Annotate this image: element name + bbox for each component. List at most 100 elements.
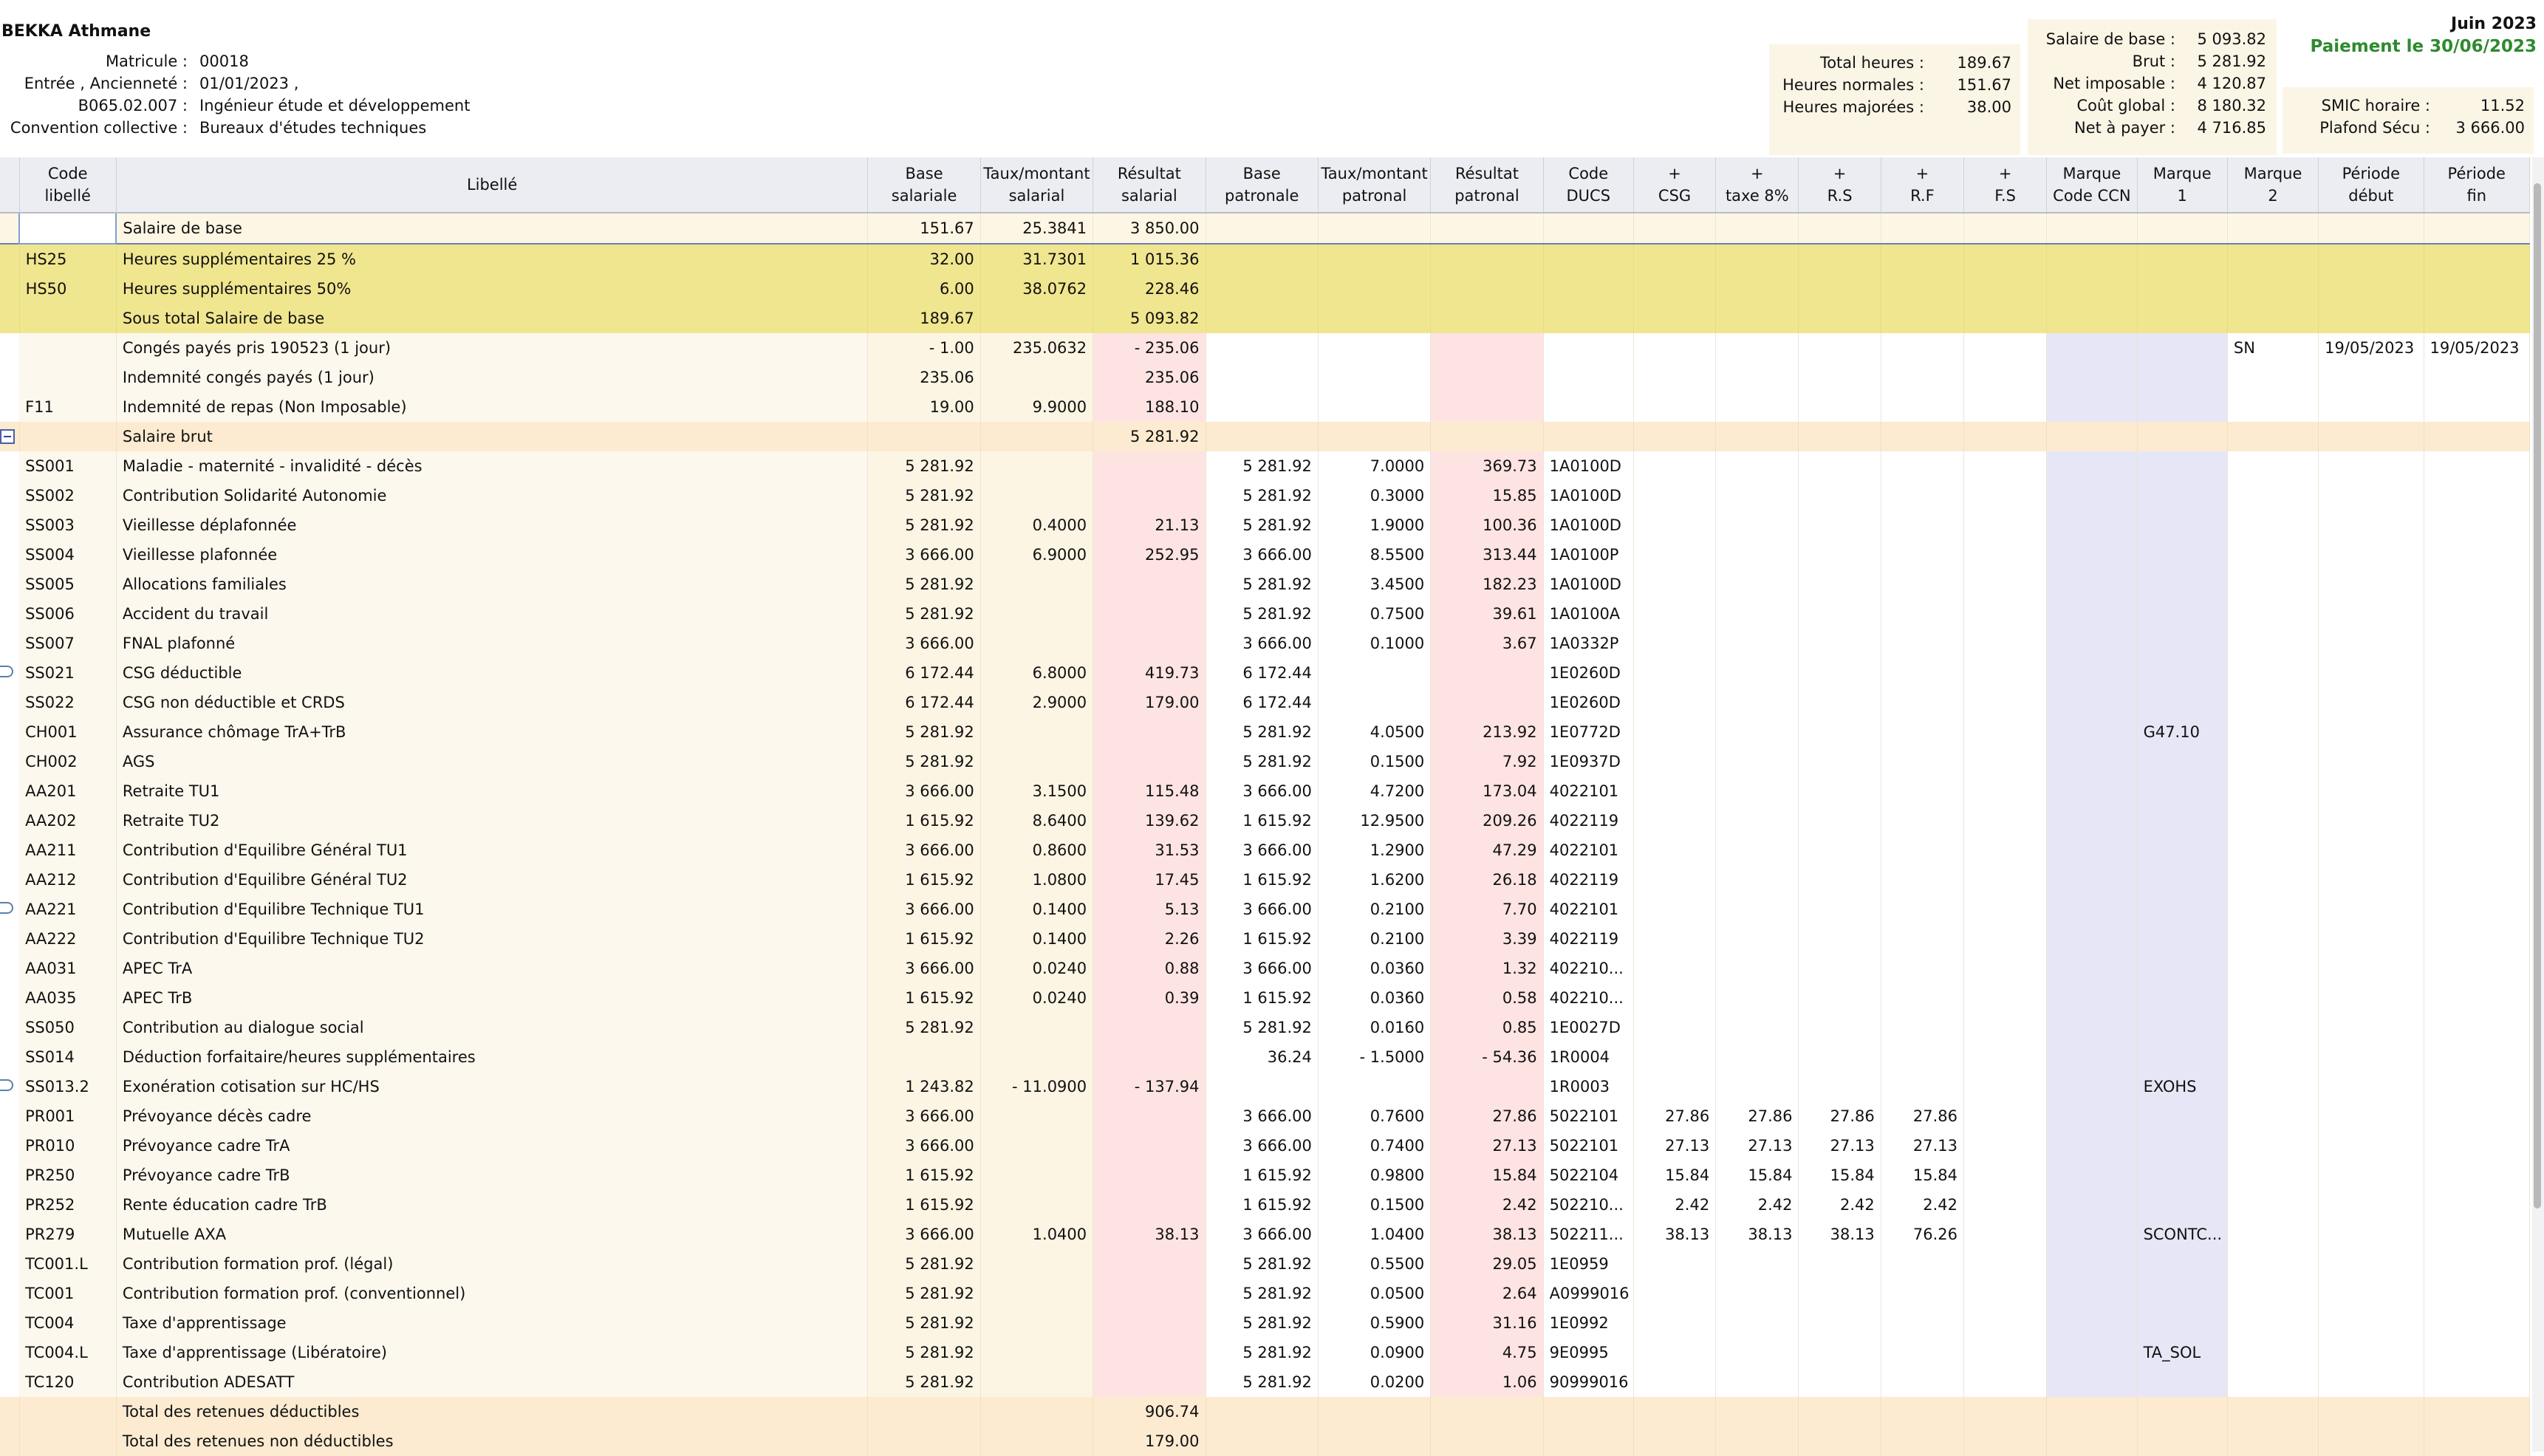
table-cell[interactable]: 402210...: [1543, 954, 1634, 983]
table-cell[interactable]: Contribution d'Equilibre Technique TU1: [116, 895, 869, 924]
table-cell[interactable]: [2137, 363, 2228, 392]
table-cell[interactable]: 5 281.92: [867, 1013, 981, 1042]
table-cell[interactable]: [1430, 658, 1544, 688]
table-cell[interactable]: 1A0100D: [1543, 570, 1634, 599]
table-cell[interactable]: Mutuelle AXA: [116, 1220, 869, 1249]
table-cell[interactable]: Vieillesse plafonnée: [116, 540, 869, 570]
table-cell[interactable]: Maladie - maternité - invalidité - décès: [116, 451, 869, 481]
table-cell[interactable]: PR250: [19, 1161, 117, 1190]
table-cell[interactable]: [1963, 540, 2048, 570]
table-cell[interactable]: [2137, 451, 2228, 481]
table-cell[interactable]: 27.13: [1633, 1131, 1717, 1161]
table-cell[interactable]: [1093, 481, 1206, 510]
table-cell[interactable]: [1206, 1397, 1319, 1426]
collapse-icon[interactable]: [0, 429, 15, 444]
table-cell[interactable]: 5 281.92: [1206, 481, 1319, 510]
table-cell[interactable]: [2227, 983, 2319, 1013]
table-cell[interactable]: TC001.L: [19, 1249, 117, 1279]
table-cell[interactable]: [1430, 304, 1544, 333]
table-cell[interactable]: [2318, 1131, 2424, 1161]
table-cell[interactable]: [2318, 304, 2424, 333]
table-cell[interactable]: [1798, 599, 1881, 629]
table-cell[interactable]: [1963, 1249, 2048, 1279]
table-cell[interactable]: [2227, 1042, 2319, 1072]
table-cell[interactable]: [2424, 363, 2530, 392]
table-cell[interactable]: Taxe d'apprentissage: [116, 1308, 869, 1338]
table-cell[interactable]: 6 172.44: [867, 688, 981, 717]
table-cell[interactable]: 235.0632: [980, 333, 1094, 363]
table-cell[interactable]: 1A0100D: [1543, 481, 1634, 510]
table-cell[interactable]: TC120: [19, 1367, 117, 1397]
table-cell[interactable]: [2318, 1338, 2424, 1367]
table-cell[interactable]: 7.0000: [1318, 451, 1432, 481]
column-header[interactable]: Période début: [2318, 157, 2424, 213]
table-cell[interactable]: 0.0240: [980, 954, 1094, 983]
table-cell[interactable]: [1093, 1367, 1206, 1397]
table-cell[interactable]: [2227, 895, 2319, 924]
column-header[interactable]: Taux/montant salarial: [980, 157, 1094, 213]
table-cell[interactable]: [2137, 747, 2228, 776]
table-cell[interactable]: [2318, 481, 2424, 510]
table-cell[interactable]: Contribution formation prof. (légal): [116, 1249, 869, 1279]
table-cell[interactable]: 313.44: [1430, 540, 1544, 570]
table-cell[interactable]: [1881, 510, 1965, 540]
table-cell[interactable]: [2046, 924, 2138, 954]
table-cell[interactable]: [2227, 629, 2319, 658]
table-cell[interactable]: [1881, 983, 1965, 1013]
table-row[interactable]: Salaire brut 5 281.92: [0, 422, 2530, 451]
table-cell[interactable]: [1715, 1279, 1799, 1308]
table-cell[interactable]: [1963, 1367, 2048, 1397]
table-row[interactable]: AA035 APEC TrB 1 615.92 0.0240 0.39 1 615.92 0…: [0, 983, 2530, 1013]
table-cell[interactable]: [2137, 954, 2228, 983]
table-cell[interactable]: [1633, 1072, 1717, 1101]
table-cell[interactable]: [1963, 333, 2048, 363]
table-cell[interactable]: 3 666.00: [867, 835, 981, 865]
table-cell[interactable]: [2227, 806, 2319, 835]
table-cell[interactable]: - 1.5000: [1318, 1042, 1432, 1072]
table-cell[interactable]: 1 615.92: [1206, 865, 1319, 895]
table-cell[interactable]: [1963, 895, 2048, 924]
table-cell[interactable]: [2046, 835, 2138, 865]
table-row[interactable]: SS002 Contribution Solidarité Autonomie 5 …: [0, 481, 2530, 510]
table-cell[interactable]: [1881, 1042, 1965, 1072]
table-cell[interactable]: [2227, 1072, 2319, 1101]
table-cell[interactable]: 3 666.00: [1206, 1131, 1319, 1161]
table-cell[interactable]: 27.86: [1715, 1101, 1799, 1131]
table-cell[interactable]: [1798, 1367, 1881, 1397]
table-cell[interactable]: [980, 1426, 1094, 1456]
table-cell[interactable]: 15.84: [1881, 1161, 1965, 1190]
table-cell[interactable]: [2227, 688, 2319, 717]
table-row[interactable]: HS25 Heures supplémentaires 25 % 32.00 31.7…: [0, 244, 2530, 274]
table-row[interactable]: SS004 Vieillesse plafonnée 3 666.00 6.9000 2…: [0, 540, 2530, 570]
table-cell[interactable]: 15.84: [1633, 1161, 1717, 1190]
table-cell[interactable]: [1798, 865, 1881, 895]
table-cell[interactable]: [1543, 392, 1634, 422]
table-cell[interactable]: APEC TrA: [116, 954, 869, 983]
table-cell[interactable]: 1 615.92: [1206, 924, 1319, 954]
table-cell[interactable]: 38.13: [1430, 1220, 1544, 1249]
table-cell[interactable]: 502210...: [1543, 1190, 1634, 1220]
table-cell[interactable]: [2227, 835, 2319, 865]
table-cell[interactable]: [1963, 865, 2048, 895]
table-cell[interactable]: [1963, 274, 2048, 304]
table-cell[interactable]: [2318, 1279, 2424, 1308]
table-cell[interactable]: 27.13: [1430, 1131, 1544, 1161]
table-cell[interactable]: [2227, 244, 2319, 274]
table-cell[interactable]: [2137, 895, 2228, 924]
table-cell[interactable]: 29.05: [1430, 1249, 1544, 1279]
table-cell[interactable]: [2227, 924, 2319, 954]
table-cell[interactable]: PR001: [19, 1101, 117, 1131]
table-cell[interactable]: [2137, 1101, 2228, 1131]
table-cell[interactable]: [1881, 1338, 1965, 1367]
table-cell[interactable]: 5 093.82: [1093, 304, 1206, 333]
table-cell[interactable]: 5 281.92: [867, 717, 981, 747]
table-cell[interactable]: [1963, 688, 2048, 717]
table-cell[interactable]: Contribution au dialogue social: [116, 1013, 869, 1042]
table-cell[interactable]: [2046, 1101, 2138, 1131]
table-cell[interactable]: [1093, 1131, 1206, 1161]
table-cell[interactable]: [1543, 333, 1634, 363]
table-cell[interactable]: [1963, 717, 2048, 747]
table-cell[interactable]: [2046, 865, 2138, 895]
table-cell[interactable]: 5022104: [1543, 1161, 1634, 1190]
table-cell[interactable]: [1715, 1367, 1799, 1397]
